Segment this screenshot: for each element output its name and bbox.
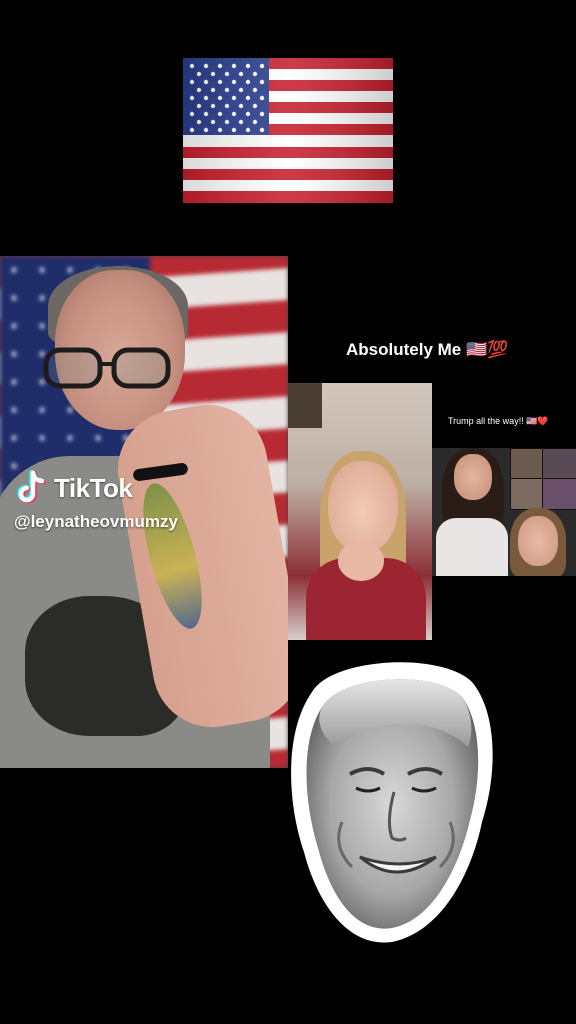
face-sticker [272,652,500,952]
tiktok-logo-icon [17,470,46,504]
collage-tile [542,478,576,510]
glasses-icon [43,347,171,389]
video-caption: Absolutely Me 🇺🇸💯 [346,340,509,359]
collage-video-panel[interactable]: Trump all the way!! 🇺🇸❤️ [432,400,576,576]
creator-handle[interactable]: @leynatheovmumzy [14,512,178,532]
person-hand [338,541,384,581]
tiktok-watermark: TikTok @leynatheovmumzy [14,470,178,532]
us-flag-sticker [183,58,393,203]
collage-tile [510,448,544,480]
person-face [454,454,492,500]
stitched-video-panel[interactable] [288,383,432,640]
collage-tile [542,448,576,480]
tiktok-brand-label: TikTok [54,472,133,503]
person-face [518,516,558,566]
person-shirt [436,518,508,576]
person-face [328,461,398,553]
wall-frame [288,383,322,428]
us-flag-icon [183,58,393,203]
smiling-face-icon [291,662,493,943]
collage-tile [510,478,544,510]
collage-grid [432,448,576,576]
collage-caption: Trump all the way!! 🇺🇸❤️ [448,416,549,426]
